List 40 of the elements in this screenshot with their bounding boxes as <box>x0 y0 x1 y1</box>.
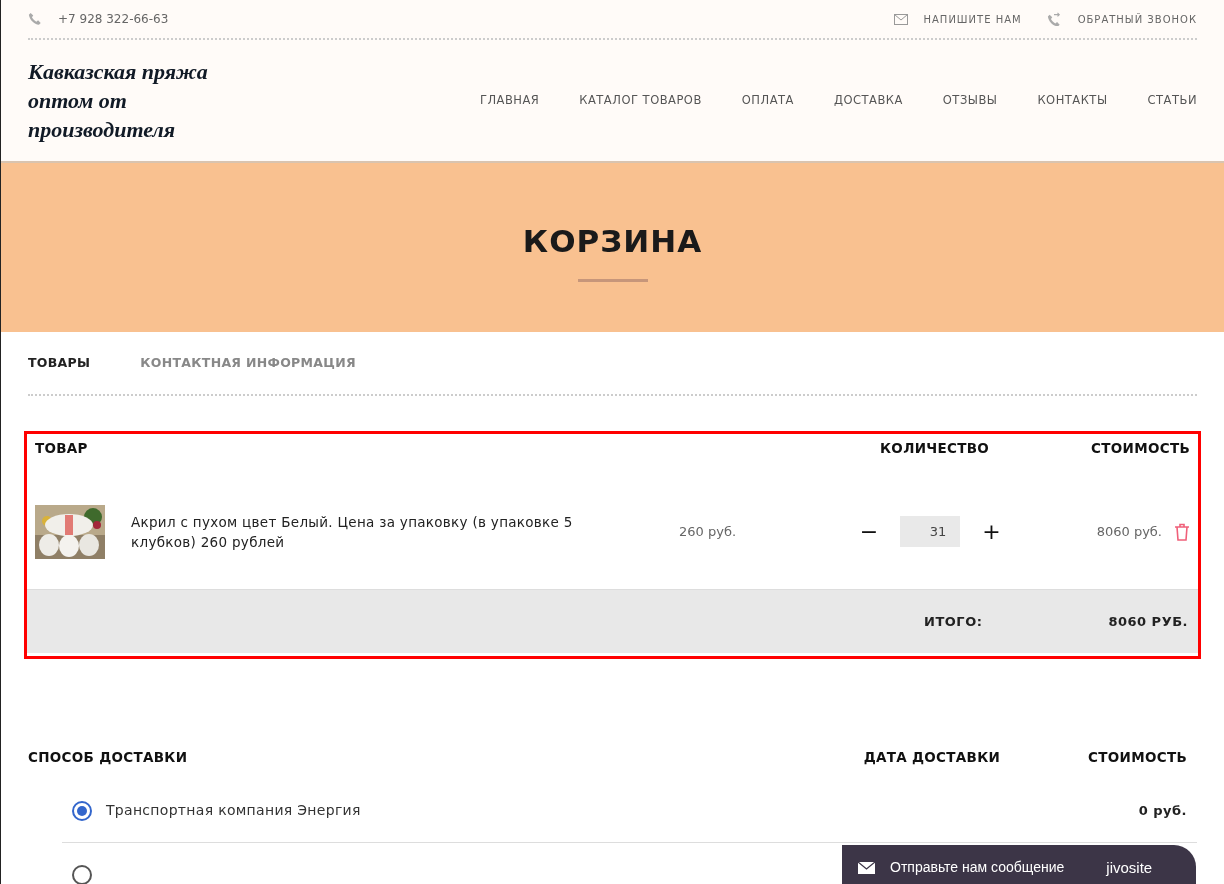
tab[interactable]: КОНТАКТНАЯ ИНФОРМАЦИЯ <box>140 353 356 373</box>
envelope-icon <box>893 13 908 25</box>
top-link[interactable]: ОБРАТНЫЙ ЗВОНОК <box>1077 11 1197 27</box>
chat-brand: jivosite <box>1106 858 1153 878</box>
nav-link[interactable]: КОНТАКТЫ <box>1037 91 1108 110</box>
column-header: КОЛИЧЕСТВО <box>880 439 990 458</box>
page-title: КОРЗИНА <box>522 223 703 261</box>
radio-button[interactable] <box>72 864 92 884</box>
nav-link[interactable]: ОПЛАТА <box>741 91 794 110</box>
option-cost: 0 руб. <box>1138 802 1187 820</box>
phone-number: +7 928 322-66-63 <box>58 11 169 28</box>
nav-link[interactable]: ДОСТАВКА <box>833 91 903 110</box>
decrease-button[interactable]: − <box>853 520 885 543</box>
option-label[interactable]: Транспортная компания Энергия <box>106 800 361 822</box>
column-header: ТОВАР <box>35 439 89 458</box>
column-header: СТОИМОСТЬ <box>1088 748 1187 767</box>
top-link[interactable]: НАПИШИТЕ НАМ <box>923 11 1022 27</box>
column-header: ДАТА ДОСТАВКИ <box>863 748 1001 767</box>
nav-link[interactable]: КАТАЛОГ ТОВАРОВ <box>579 91 702 110</box>
nav-link[interactable]: СТАТЬИ <box>1147 91 1197 110</box>
column-header: СТОИМОСТЬ <box>1091 439 1190 458</box>
radio-button[interactable] <box>72 800 92 821</box>
trash-icon[interactable] <box>1174 523 1190 541</box>
site-logo[interactable]: Кавказская пряжа оптом от производителя <box>28 57 243 144</box>
envelope-icon <box>858 862 875 875</box>
total-amount: 8060 РУБ. <box>1108 612 1188 631</box>
unit-price: 260 руб. <box>679 522 737 541</box>
column-header: СПОСОБ ДОСТАВКИ <box>28 748 189 767</box>
phone-icon <box>28 12 42 26</box>
nav-link[interactable]: ГЛАВНАЯ <box>479 91 540 110</box>
chat-widget[interactable]: Отправьте нам сообщение jivosite <box>842 845 1196 884</box>
product-name[interactable]: Акрил с пухом цвет Белый. Цена за упаковку (в упаковке 5 клубков) 260 рублей <box>131 511 601 552</box>
tab[interactable]: ТОВАРЫ <box>28 353 91 373</box>
phone-arrow-icon <box>1045 12 1062 26</box>
item-cost: 8060 руб. <box>1096 522 1162 541</box>
nav-link[interactable]: ОТЗЫВЫ <box>942 91 998 110</box>
chat-label: Отправьте нам сообщение <box>890 858 1065 877</box>
total-label: ИТОГО: <box>924 612 983 631</box>
quantity-field[interactable]: 31 <box>900 516 961 547</box>
increase-button[interactable]: + <box>976 520 1007 543</box>
